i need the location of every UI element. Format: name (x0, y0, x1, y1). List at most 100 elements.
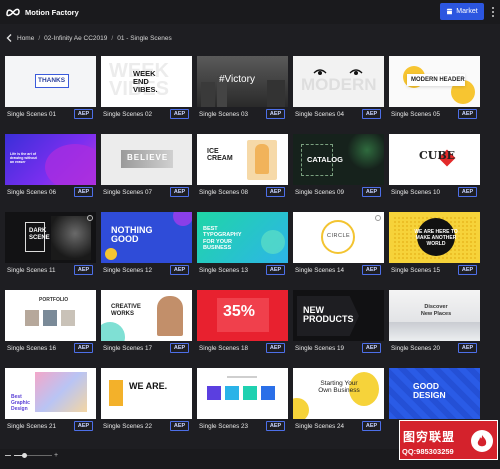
thumb-text: NEW PRODUCTS (303, 305, 354, 325)
scene-card[interactable]: ICE CREAM Single Scenes 08 AEP (197, 134, 288, 200)
scene-card[interactable]: DARK SCENE Single Scenes 11 AEP (5, 212, 96, 278)
scene-thumbnail: PORTFOLIO (5, 290, 96, 341)
aep-badge: AEP (458, 265, 477, 275)
scene-card[interactable]: CIRCLE Single Scenes 14 AEP (293, 212, 384, 278)
aep-badge: AEP (458, 343, 477, 353)
thumb-text: THANKS (38, 77, 66, 84)
thumb-text: CATALOG (307, 155, 343, 164)
scene-label: Single Scenes 24 (295, 423, 345, 430)
thumb-text: NOTHING GOOD (111, 225, 153, 245)
thumb-text: BELIEVE (127, 153, 169, 162)
thumb-text: BEST TYPOGRAPHY FOR YOUR BUSINESS (203, 226, 242, 251)
scene-thumbnail: Life is the art of drawing without an er… (5, 134, 96, 185)
aep-badge: AEP (74, 187, 93, 197)
scene-label: Single Scenes 07 (103, 189, 153, 196)
scene-label: Single Scenes 10 (391, 189, 441, 196)
vertical-dots-icon[interactable] (489, 5, 497, 19)
scene-card[interactable]: THANKS Single Scenes 01 AEP (5, 56, 96, 122)
scene-thumbnail: WEEK VIBES WEEK END VIBES. (101, 56, 192, 107)
store-icon (446, 8, 453, 15)
aep-badge: AEP (170, 109, 189, 119)
scene-card[interactable]: Single Scenes 23 AEP (197, 368, 288, 434)
scene-thumbnail: NOTHING GOOD (101, 212, 192, 263)
meta-infinity-icon (6, 8, 20, 17)
scene-thumbnail: DARK SCENE (5, 212, 96, 263)
plus-icon[interactable]: + (54, 452, 58, 459)
thumb-text: Best Graphic Design (11, 394, 30, 412)
aep-badge: AEP (266, 421, 285, 431)
info-icon (375, 215, 381, 221)
scene-card[interactable]: NEW PRODUCTS Single Scenes 19 AEP (293, 290, 384, 356)
scene-label: Single Scenes 02 (103, 111, 153, 118)
aep-badge: AEP (362, 343, 381, 353)
chevron-left-icon[interactable] (6, 34, 12, 42)
scene-card[interactable]: 35% Single Scenes 18 AEP (197, 290, 288, 356)
scene-card[interactable]: CREATIVE WORKS Single Scenes 17 AEP (101, 290, 192, 356)
scene-label: Single Scenes 06 (7, 189, 57, 196)
thumb-text: Discover New Places (420, 304, 452, 317)
scene-card[interactable]: WE ARE HERE TO MAKE ANOTHER WORLD Single… (389, 212, 480, 278)
aep-badge: AEP (74, 265, 93, 275)
breadcrumb-home[interactable]: Home (17, 35, 34, 42)
scene-thumbnail: MODERN HEADER (389, 56, 480, 107)
zoom-slider[interactable] (14, 453, 52, 458)
aep-badge: AEP (458, 187, 477, 197)
scene-card[interactable]: CUBE Single Scenes 10 AEP (389, 134, 480, 200)
scene-label: Single Scenes 13 (199, 267, 249, 274)
scene-card[interactable]: NOTHING GOOD Single Scenes 12 AEP (101, 212, 192, 278)
minus-icon[interactable] (5, 455, 11, 456)
scene-thumbnail: CUBE (389, 134, 480, 185)
scene-label: Single Scenes 20 (391, 345, 441, 352)
scene-thumbnail: #Victory (197, 56, 288, 107)
breadcrumb-separator: / (111, 34, 114, 42)
aep-badge: AEP (362, 265, 381, 275)
scene-label: Single Scenes 23 (199, 423, 249, 430)
thumb-text: CIRCLE (327, 233, 351, 239)
scene-card[interactable]: MODERN HEADER Single Scenes 05 AEP (389, 56, 480, 122)
breadcrumb-current: 01 - Single Scenes (117, 34, 172, 42)
scene-card[interactable]: WE ARE. Single Scenes 22 AEP (101, 368, 192, 434)
thumb-text: Starting Your Own Business (318, 380, 360, 395)
top-bar: Motion Factory Market (0, 0, 500, 24)
scene-card[interactable]: CATALOG Single Scenes 09 AEP (293, 134, 384, 200)
scene-label: Single Scenes 14 (295, 267, 345, 274)
aep-badge: AEP (74, 343, 93, 353)
info-icon (87, 215, 93, 221)
breadcrumb-project[interactable]: 02-Infinity Ae CC2019 (44, 35, 107, 42)
scene-card[interactable]: PORTFOLIO Single Scenes 16 AEP (5, 290, 96, 356)
thumb-text: DARK SCENE (29, 228, 50, 241)
aep-badge: AEP (266, 109, 285, 119)
scene-label: Single Scenes 18 (199, 345, 249, 352)
scene-card[interactable]: #Victory Single Scenes 03 AEP (197, 56, 288, 122)
scene-card[interactable]: BEST TYPOGRAPHY FOR YOUR BUSINESS Single… (197, 212, 288, 278)
eye-icon (313, 69, 327, 75)
scene-thumbnail: CREATIVE WORKS (101, 290, 192, 341)
scene-thumbnail: 35% (197, 290, 288, 341)
scene-card[interactable]: MODERN Single Scenes 04 AEP (293, 56, 384, 122)
scene-card[interactable]: WEEK VIBES WEEK END VIBES. Single Scenes … (101, 56, 192, 122)
scene-card[interactable]: BELIEVE Single Scenes 07 AEP (101, 134, 192, 200)
watermark-outline (399, 420, 498, 460)
market-button[interactable]: Market (440, 3, 484, 20)
scene-label: Single Scenes 03 (199, 111, 249, 118)
market-button-label: Market (456, 8, 478, 15)
zoom-slider-handle[interactable] (21, 453, 27, 458)
scene-card[interactable]: Starting Your Own Business Single Scenes… (293, 368, 384, 434)
scene-card[interactable]: Discover New Places Single Scenes 20 AEP (389, 290, 480, 356)
thumb-text: #Victory (219, 74, 255, 85)
thumb-text: WE ARE. (129, 381, 168, 391)
aep-badge: AEP (170, 187, 189, 197)
scene-card[interactable]: Best Graphic Design Single Scenes 21 AEP (5, 368, 96, 434)
scene-thumbnail: CIRCLE (293, 212, 384, 263)
scene-thumbnail (197, 368, 288, 419)
scene-thumbnail: Best Graphic Design (5, 368, 96, 419)
scene-card[interactable]: Life is the art of drawing without an er… (5, 134, 96, 200)
thumb-text: Life is the art of drawing without an er… (10, 152, 37, 165)
scene-thumbnail: ICE CREAM (197, 134, 288, 185)
scene-thumbnail: CATALOG (293, 134, 384, 185)
thumb-text: MODERN HEADER (411, 77, 465, 83)
scene-thumbnail: BELIEVE (101, 134, 192, 185)
aep-badge: AEP (266, 343, 285, 353)
scene-label: Single Scenes 11 (7, 267, 56, 274)
thumb-text: CUBE (419, 149, 456, 162)
